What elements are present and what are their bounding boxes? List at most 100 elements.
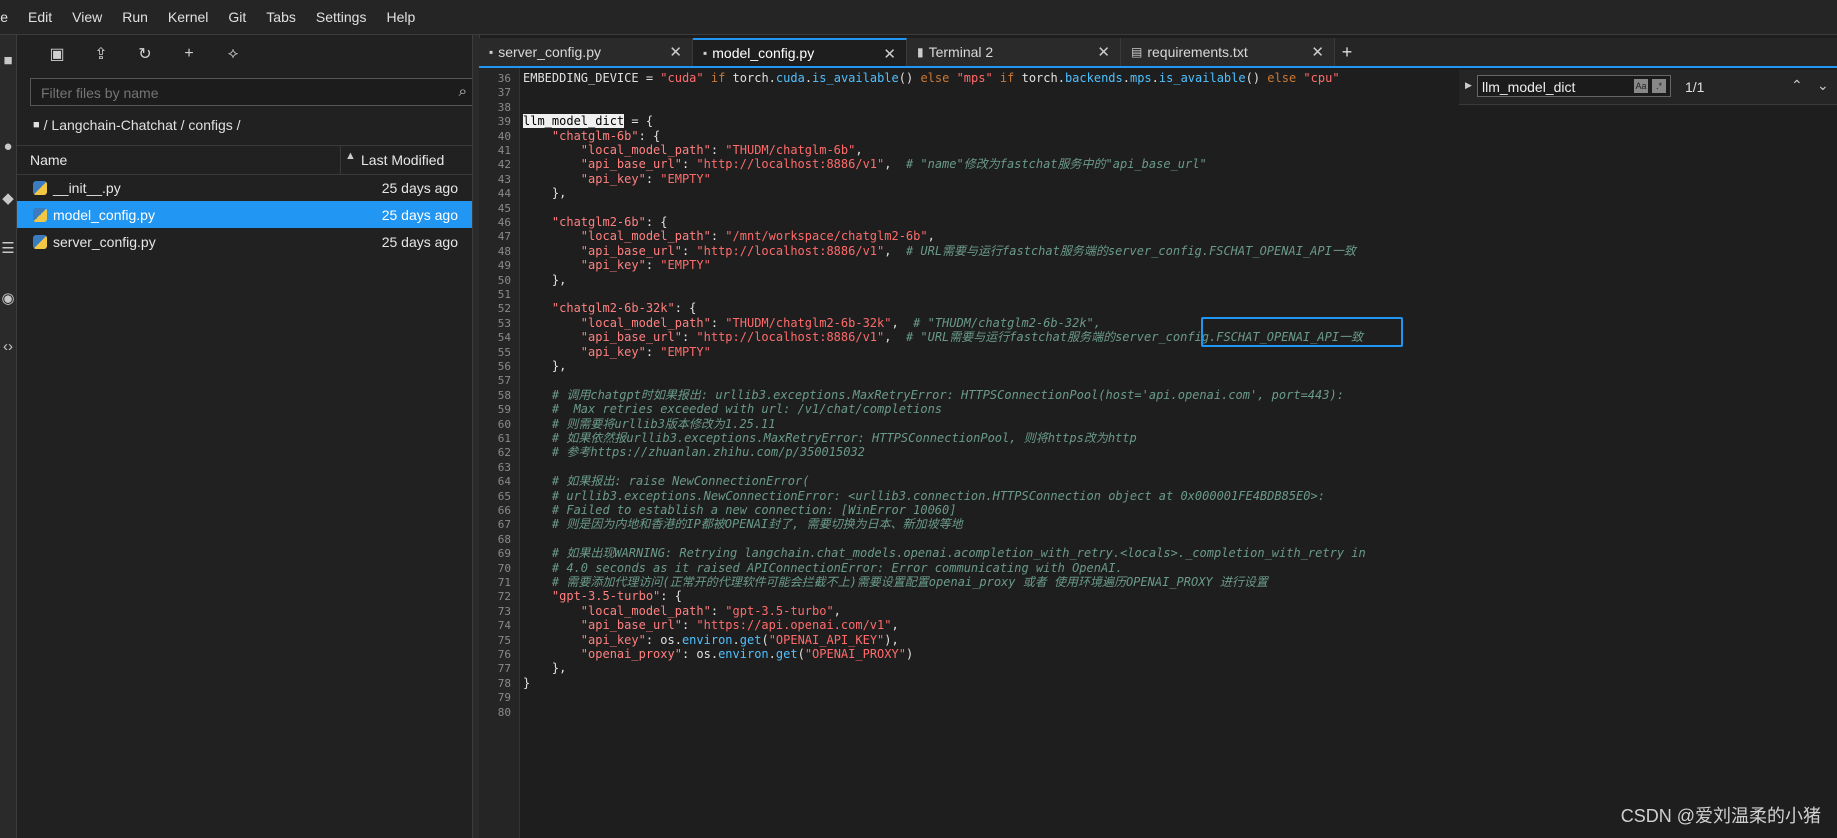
case-sensitive-icon[interactable]: Aa (1634, 79, 1648, 93)
code-token: "http://localhost:8886/v1" (696, 157, 885, 172)
code-line[interactable]: # 参考https://zhuanlan.zhihu.com/p/3500150… (523, 444, 865, 461)
file-name: __init__.py (53, 179, 121, 196)
tab-terminal-2[interactable]: ▮ Terminal 2 ✕ (907, 38, 1121, 66)
tab-bar: ▪ server_config.py ✕ ▪ model_config.py ✕ ▮ Term… (479, 38, 1837, 68)
code-token: environ (718, 647, 769, 661)
code-line[interactable]: # 则是因为内地和香港的IP都被OPENAI封了, 需要切换为日本、新加坡等地 (523, 516, 963, 533)
code-token: : { (660, 589, 682, 604)
code-token: mps (1129, 71, 1152, 85)
next-match-icon[interactable]: ⌄ (1817, 77, 1829, 94)
refresh-icon[interactable]: ↻ (123, 40, 167, 68)
menu-tabs[interactable]: Tabs (256, 9, 306, 25)
code-line[interactable]: "openai_proxy": os.environ.get("OPENAI_P… (523, 646, 913, 663)
line-number-gutter: 36 37 38 39 40 41 42 43 44 45 46 47 48 49 50 51 52 53 54 55… (479, 68, 520, 838)
running-icon[interactable]: ● (0, 133, 16, 159)
code-token: "local_model_path" (580, 315, 711, 330)
code-token: , (891, 618, 899, 633)
close-icon[interactable]: ✕ (1097, 43, 1110, 61)
code-token: : (645, 344, 661, 359)
code-token: torch. (1021, 71, 1065, 85)
file-row[interactable]: server_config.py 25 days ago (17, 228, 472, 255)
code-token: . (768, 647, 776, 661)
tab-model-config-py[interactable]: ▪ model_config.py ✕ (693, 38, 907, 66)
regex-icon[interactable]: .* (1652, 79, 1666, 93)
code-icon[interactable]: ‹› (0, 333, 16, 359)
code-token: }, (523, 186, 567, 201)
code-token: # URL需要与运行fastchat服务端的server_config.FSCH… (905, 243, 1356, 258)
tab-requirements-txt[interactable]: ▤ requirements.txt ✕ (1121, 38, 1335, 66)
code-token: # 如果报出: raise NewConnectionError( (551, 474, 810, 489)
code-token: "THUDM/chatglm-6b" (725, 143, 856, 157)
menu-settings[interactable]: Settings (306, 9, 377, 25)
tab-label: Terminal 2 (928, 44, 994, 60)
breadcrumb-path[interactable]: / Langchain-Chatchat / configs / (44, 117, 241, 133)
code-token: "api_key" (580, 258, 646, 273)
code-token: : (710, 315, 726, 330)
git-icon[interactable]: ◆ (0, 185, 16, 211)
file-row[interactable]: model_config.py 25 days ago (17, 201, 472, 228)
upload-icon[interactable]: ⇪ (79, 40, 123, 68)
code-token: , (891, 315, 914, 330)
file-row[interactable]: __init__.py 25 days ago (17, 174, 472, 201)
code-line[interactable]: }, (523, 185, 566, 202)
tab-label: server_config.py (498, 44, 601, 60)
database-icon[interactable]: ◉ (0, 285, 16, 311)
code-line[interactable]: }, (523, 358, 566, 375)
new-folder-icon[interactable]: ▣ (35, 40, 79, 68)
code-token: # "name"修改为fastchat服务中的"api_base_url" (905, 157, 1207, 172)
menu-git[interactable]: Git (218, 9, 256, 25)
code-token: : (710, 603, 726, 618)
close-icon[interactable]: ✕ (883, 45, 896, 63)
file-browser-toolbar: ▣ ⇪ ↻ + ⟡ (17, 35, 472, 73)
menu-view[interactable]: View (62, 9, 112, 25)
find-input[interactable] (1478, 76, 1634, 98)
file-filter-input[interactable] (31, 79, 443, 107)
close-icon[interactable]: ✕ (669, 43, 682, 61)
expand-replace-icon[interactable]: ▶ (1465, 80, 1472, 91)
code-token: . (1151, 71, 1159, 85)
menu-edit[interactable]: Edit (18, 9, 62, 25)
menu-run[interactable]: Run (112, 9, 158, 25)
tab-label: requirements.txt (1147, 44, 1248, 60)
code-area[interactable]: EMBEDDING_DEVICE = "cuda" if torch.cuda.… (523, 68, 1833, 838)
code-line[interactable]: }, (523, 272, 566, 289)
code-line[interactable]: } (523, 675, 530, 692)
menu-kernel[interactable]: Kernel (158, 9, 218, 25)
close-icon[interactable]: ✕ (1311, 43, 1324, 61)
code-editor[interactable]: 36 37 38 39 40 41 42 43 44 45 46 47 48 49 50 51 52 53 54 55… (479, 68, 1837, 838)
code-token: if (703, 71, 733, 85)
menu-help[interactable]: Help (376, 9, 425, 25)
code-token: : (710, 143, 726, 157)
code-token: "OPENAI_PROXY" (804, 647, 906, 661)
sort-up-icon: ▲ (345, 150, 356, 162)
python-icon: ▪ (703, 46, 708, 60)
menu-ile[interactable]: ile (0, 9, 18, 25)
code-token: "cuda" (660, 71, 704, 85)
code-token: "api_base_url" (580, 243, 682, 258)
match-count: 1/1 (1685, 79, 1705, 95)
folder-icon[interactable]: ■ (0, 47, 16, 73)
name-column-header[interactable]: Name ▲ (30, 150, 356, 168)
python-icon: ▪ (489, 45, 494, 59)
toc-icon[interactable]: ☰ (0, 235, 16, 261)
code-token: () (898, 71, 921, 85)
code-token: "local_model_path" (580, 229, 711, 244)
new-tab-icon[interactable]: + (1335, 38, 1359, 66)
search-icon: ⌕ (458, 83, 467, 100)
code-line[interactable]: EMBEDDING_DEVICE = "cuda" if torch.cuda.… (523, 70, 1340, 87)
line-number: 80 (497, 705, 511, 719)
git-clone-icon[interactable]: ⟡ (211, 40, 255, 68)
code-token: : { (638, 128, 661, 143)
add-icon[interactable]: + (167, 40, 211, 68)
code-token: get (775, 647, 798, 661)
previous-match-icon[interactable]: ⌃ (1791, 77, 1803, 94)
folder-icon: ■ (33, 119, 40, 131)
tab-server-config-py[interactable]: ▪ server_config.py ✕ (479, 38, 693, 66)
